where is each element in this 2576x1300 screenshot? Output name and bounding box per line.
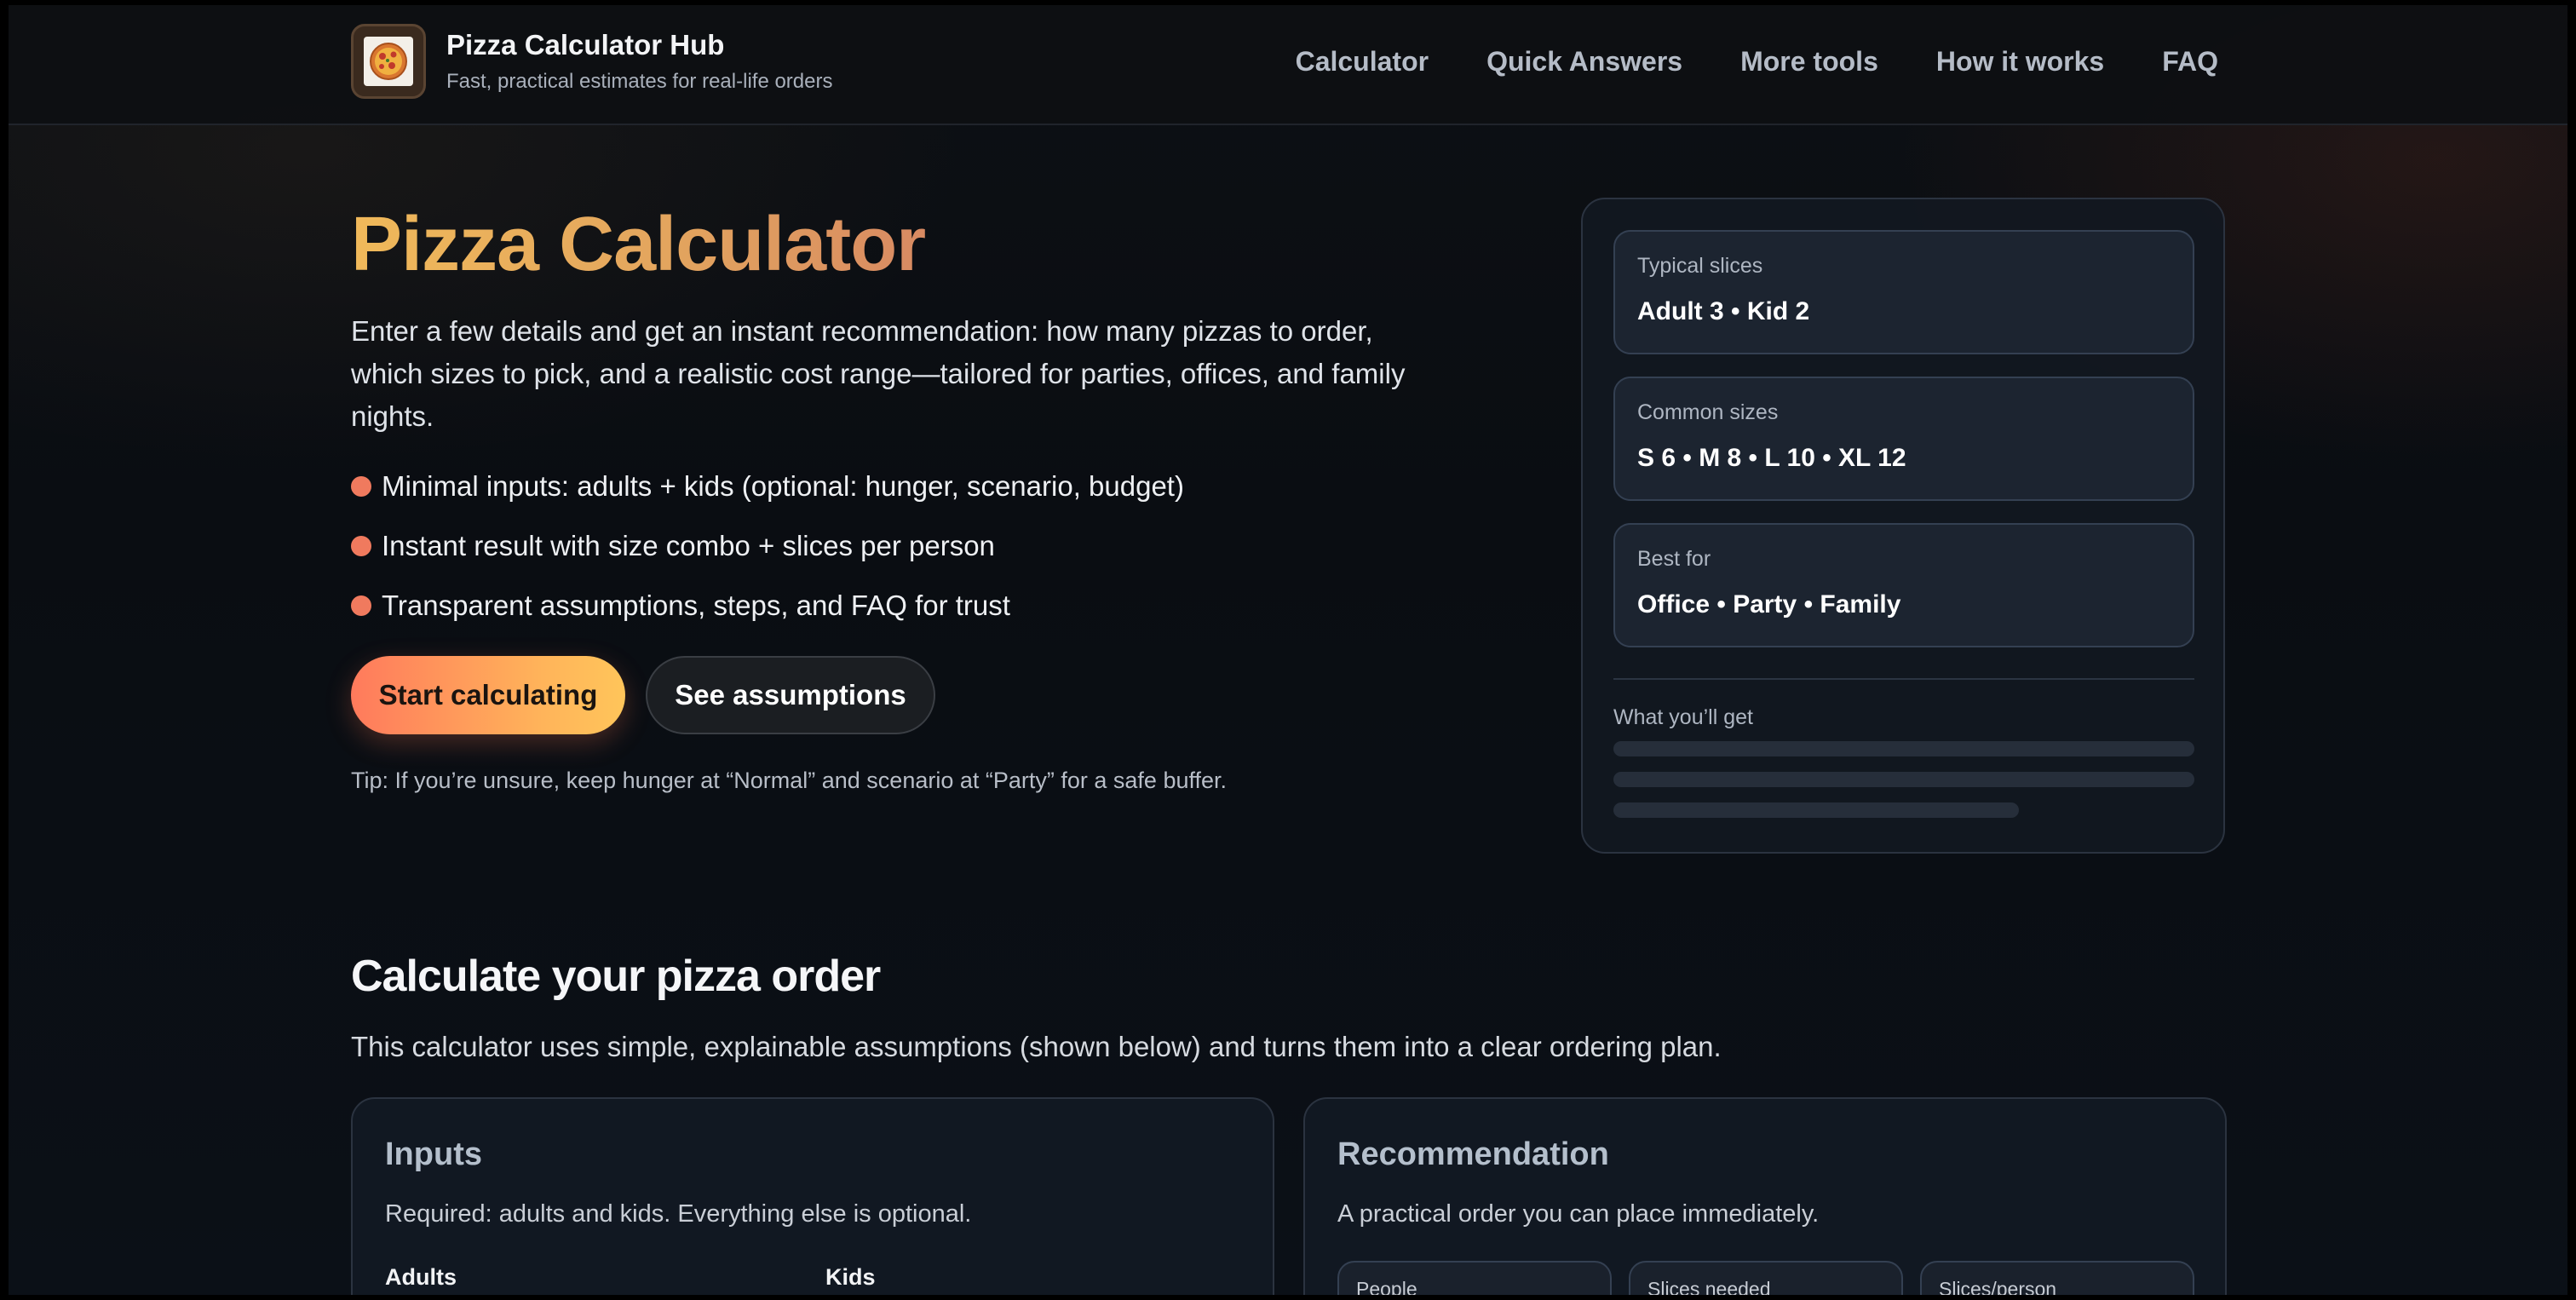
nav-quick-answers[interactable]: Quick Answers: [1486, 44, 1682, 78]
app-frame: Pizza Calculator Hub Fast, practical est…: [9, 5, 2567, 1295]
bullet-dot-icon: [351, 595, 371, 616]
metric-label: Slices/person: [1939, 1278, 2057, 1295]
feature-list: Minimal inputs: adults + kids (optional:…: [351, 469, 1184, 647]
feature-item: Minimal inputs: adults + kids (optional:…: [351, 469, 1184, 504]
what-youll-get-label: What you’ll get: [1613, 705, 1753, 729]
nav-calculator[interactable]: Calculator: [1296, 44, 1429, 78]
see-assumptions-button[interactable]: See assumptions: [646, 656, 935, 734]
brand[interactable]: Pizza Calculator Hub Fast, practical est…: [351, 24, 832, 99]
pizza-icon: [351, 24, 426, 99]
stat-label: Common sizes: [1637, 400, 1779, 424]
stat-card-typical-slices: Typical slices Adult 3 • Kid 2: [1613, 230, 2194, 354]
section-title: Calculate your pizza order: [351, 952, 881, 1001]
skeleton-line: [1613, 772, 2194, 787]
metric-label: Slices needed: [1647, 1278, 1771, 1295]
nav-how-it-works[interactable]: How it works: [1936, 44, 2104, 78]
stat-value: S 6 • M 8 • L 10 • XL 12: [1637, 444, 1906, 472]
metric-slices-needed: Slices needed: [1629, 1261, 1903, 1295]
stat-label: Typical slices: [1637, 254, 1763, 278]
adults-label: Adults: [385, 1264, 457, 1290]
metric-label: People: [1356, 1278, 1417, 1295]
site-subtitle: Fast, practical estimates for real-life …: [446, 70, 833, 93]
bullet-dot-icon: [351, 536, 371, 556]
skeleton-line: [1613, 741, 2194, 756]
nav-faq[interactable]: FAQ: [2162, 44, 2218, 78]
recommendation-card: Recommendation A practical order you can…: [1303, 1097, 2227, 1295]
site-header: Pizza Calculator Hub Fast, practical est…: [9, 5, 2567, 125]
bullet-dot-icon: [351, 476, 371, 497]
feature-item: Instant result with size combo + slices …: [351, 528, 1184, 564]
feature-item: Transparent assumptions, steps, and FAQ …: [351, 588, 1184, 624]
skeleton-line: [1613, 802, 2019, 818]
stat-card-best-for: Best for Office • Party • Family: [1613, 523, 2194, 647]
stat-value: Adult 3 • Kid 2: [1637, 297, 1810, 325]
stat-label: Best for: [1637, 547, 1711, 571]
nav-more-tools[interactable]: More tools: [1740, 44, 1878, 78]
feature-text: Instant result with size combo + slices …: [382, 530, 995, 561]
feature-text: Minimal inputs: adults + kids (optional:…: [382, 470, 1184, 502]
kids-label: Kids: [825, 1264, 876, 1290]
hero-description: Enter a few details and get an instant r…: [351, 315, 1406, 432]
panel-divider: [1613, 678, 2194, 680]
recommendation-title: Recommendation: [1337, 1136, 1609, 1172]
recommendation-description: A practical order you can place immediat…: [1337, 1200, 1820, 1228]
inputs-description: Required: adults and kids. Everything el…: [385, 1200, 972, 1228]
site-title: Pizza Calculator Hub: [446, 29, 725, 60]
hero-tip: Tip: If you’re unsure, keep hunger at “N…: [351, 768, 1228, 793]
hero-title: Pizza Calculator: [351, 198, 926, 291]
start-calculating-button[interactable]: Start calculating: [351, 656, 625, 734]
main-nav: Calculator Quick Answers More tools How …: [1296, 44, 2218, 78]
section-description: This calculator uses simple, explainable…: [351, 1031, 1722, 1062]
metric-people: People: [1337, 1261, 1612, 1295]
inputs-card: Inputs Required: adults and kids. Everyt…: [351, 1097, 1274, 1295]
feature-text: Transparent assumptions, steps, and FAQ …: [382, 590, 1010, 621]
metric-slices-per-person: Slices/person: [1920, 1261, 2194, 1295]
stat-card-common-sizes: Common sizes S 6 • M 8 • L 10 • XL 12: [1613, 377, 2194, 501]
stat-value: Office • Party • Family: [1637, 590, 1901, 618]
inputs-title: Inputs: [385, 1136, 482, 1172]
summary-panel: Typical slices Adult 3 • Kid 2 Common si…: [1581, 198, 2225, 854]
